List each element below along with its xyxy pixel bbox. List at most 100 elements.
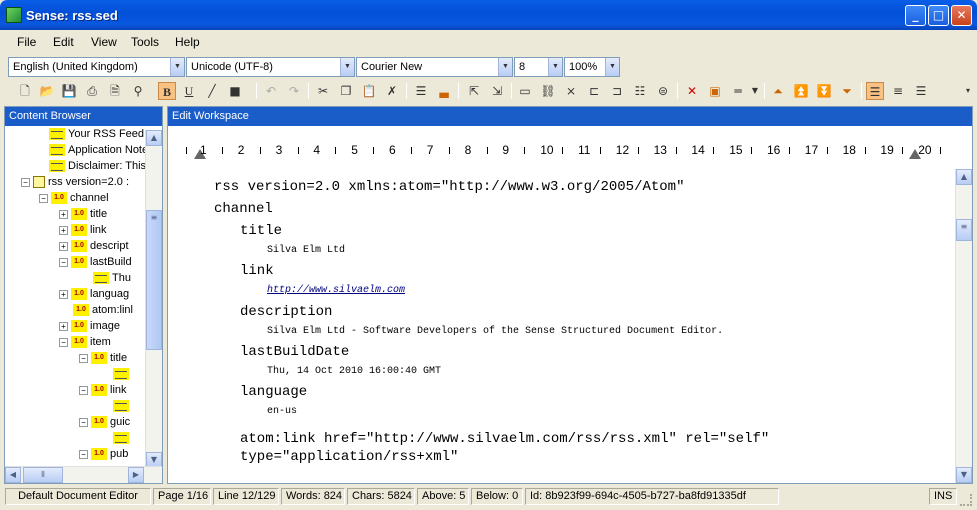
resize-grip[interactable] bbox=[960, 494, 972, 506]
insert-after-icon[interactable]: ⊐ bbox=[608, 82, 626, 100]
tree-item[interactable]: − rss version=2.0 : bbox=[21, 176, 129, 192]
collapse-icon[interactable]: − bbox=[79, 385, 88, 395]
merge-icon[interactable]: ⊜ bbox=[654, 82, 672, 100]
save-icon[interactable]: 💾 bbox=[60, 82, 78, 100]
menu-view[interactable]: View bbox=[91, 35, 117, 49]
collapse-icon[interactable]: − bbox=[79, 417, 88, 427]
document-editor[interactable]: rss version=2.0 xmlns:atom="http://www.w… bbox=[168, 169, 946, 483]
scroll-down-icon[interactable]: ▼ bbox=[956, 467, 972, 483]
tree-item[interactable]: +1.0 image bbox=[59, 320, 120, 336]
italic-slash-icon[interactable]: ╱ bbox=[203, 82, 221, 100]
scroll-right-icon[interactable]: ▶ bbox=[128, 467, 144, 483]
tree-item[interactable]: 1.0 atom:linl bbox=[73, 304, 133, 320]
align-right-icon[interactable]: ☰ bbox=[912, 82, 930, 100]
tree-item[interactable]: Application Note bbox=[49, 144, 146, 160]
tree-item[interactable]: +1.0 languag bbox=[59, 288, 129, 304]
move-bottom-icon[interactable]: ⏬ bbox=[815, 82, 833, 100]
tree-item[interactable]: −1.0 link bbox=[79, 384, 127, 400]
paste-icon[interactable]: 📋 bbox=[360, 82, 378, 100]
expand-icon[interactable]: + bbox=[59, 289, 68, 299]
editor-vertical-scrollbar[interactable]: ▲ ≡ ▼ bbox=[955, 169, 972, 483]
copy-icon[interactable]: ❐ bbox=[337, 82, 355, 100]
print-icon[interactable]: ⎙ bbox=[83, 82, 101, 100]
tree-item[interactable]: −1.0 item bbox=[59, 336, 111, 352]
stack-icon[interactable]: ☷ bbox=[631, 82, 649, 100]
zoom-select[interactable]: 100% ▼ bbox=[564, 57, 620, 77]
cut-icon[interactable]: ✂ bbox=[314, 82, 332, 100]
scroll-left-icon[interactable]: ◀ bbox=[5, 467, 21, 483]
expand-icon[interactable]: + bbox=[59, 209, 68, 219]
redo-icon[interactable]: ↷ bbox=[285, 82, 303, 100]
tree-item[interactable]: Thu bbox=[93, 272, 131, 288]
promote-icon[interactable]: ⇱ bbox=[465, 82, 483, 100]
insert-before-icon[interactable]: ⊏ bbox=[585, 82, 603, 100]
move-down-icon[interactable]: ⏷ bbox=[838, 82, 856, 100]
collapse-icon[interactable]: − bbox=[21, 177, 30, 187]
tree-item[interactable]: −1.0 guic bbox=[79, 416, 130, 432]
expand-icon[interactable]: + bbox=[59, 321, 68, 331]
undo-icon[interactable]: ↶ bbox=[262, 82, 280, 100]
move-up-icon[interactable]: ⏶ bbox=[769, 82, 787, 100]
chevron-down-icon[interactable]: ▼ bbox=[548, 58, 562, 76]
menu-file[interactable]: File bbox=[17, 35, 36, 49]
color-icon[interactable]: ■ bbox=[226, 82, 244, 100]
tree-horizontal-scrollbar[interactable]: ◀ ⦀ ▶ bbox=[5, 466, 162, 483]
print-preview-icon[interactable]: 🗎 bbox=[106, 82, 124, 100]
link-icon[interactable]: ⛓ bbox=[539, 82, 557, 100]
scroll-thumb[interactable]: ≡ bbox=[956, 219, 972, 241]
tree-item[interactable]: +1.0 title bbox=[59, 208, 107, 224]
collapse-icon[interactable]: − bbox=[59, 257, 68, 267]
language-select[interactable]: English (United Kingdom) ▼ bbox=[8, 57, 185, 77]
chevron-down-icon[interactable]: ▼ bbox=[340, 58, 354, 76]
encoding-select[interactable]: Unicode (UTF-8) ▼ bbox=[186, 57, 355, 77]
font-size-select[interactable]: 8 ▼ bbox=[514, 57, 563, 77]
menu-help[interactable]: Help bbox=[175, 35, 200, 49]
collapse-icon[interactable]: − bbox=[39, 193, 48, 203]
ruler[interactable]: 1 2 3 4 5 6 7 8 9 10 11 12 13 14 15 16 17 18 19 20 bbox=[168, 135, 958, 165]
open-icon[interactable]: 📂 bbox=[38, 82, 56, 100]
separator-style-icon[interactable]: ═ bbox=[729, 82, 747, 100]
scroll-up-icon[interactable]: ▲ bbox=[146, 130, 162, 146]
chevron-down-icon[interactable]: ▼ bbox=[170, 58, 184, 76]
remove-icon[interactable]: ✕ bbox=[683, 82, 701, 100]
tree-item[interactable] bbox=[113, 432, 132, 448]
collapse-icon[interactable]: − bbox=[79, 449, 88, 459]
demote-icon[interactable]: ⇲ bbox=[488, 82, 506, 100]
tree-item[interactable]: +1.0 link bbox=[59, 224, 107, 240]
align-center-icon[interactable]: ≡ bbox=[889, 82, 907, 100]
tree-item[interactable]: Disclaimer: This bbox=[49, 160, 146, 176]
tree-item[interactable] bbox=[113, 368, 132, 384]
unlink-icon[interactable]: ⨯ bbox=[562, 82, 580, 100]
collapse-icon[interactable]: − bbox=[79, 353, 88, 363]
attribute-icon[interactable]: ▣ bbox=[706, 82, 724, 100]
content-tree[interactable]: Your RSS Feed Application Note Disclaimer:… bbox=[5, 128, 146, 468]
tree-item[interactable] bbox=[113, 400, 132, 416]
find-icon[interactable]: ⚲ bbox=[129, 82, 147, 100]
align-left-icon[interactable]: ☰ bbox=[866, 82, 884, 100]
list-icon[interactable]: ☰ bbox=[412, 82, 430, 100]
expand-icon[interactable]: + bbox=[59, 241, 68, 251]
underline-button[interactable]: U bbox=[180, 82, 198, 100]
bold-button[interactable]: B bbox=[158, 82, 176, 100]
minimize-button[interactable]: _ bbox=[905, 5, 926, 26]
chevron-down-icon[interactable]: ▼ bbox=[746, 82, 764, 100]
tree-item[interactable]: −1.0 title bbox=[79, 352, 127, 368]
maximize-button[interactable]: □ bbox=[928, 5, 949, 26]
font-select[interactable]: Courier New ▼ bbox=[356, 57, 513, 77]
scroll-thumb[interactable]: ⦀ bbox=[23, 467, 63, 483]
insert-element-icon[interactable]: ▭ bbox=[516, 82, 534, 100]
collapse-icon[interactable]: − bbox=[59, 337, 68, 347]
tree-vertical-scrollbar[interactable]: ▲ ≡ ▼ bbox=[145, 130, 162, 468]
tree-item[interactable]: Your RSS Feed bbox=[49, 128, 144, 144]
link-text[interactable]: http://www.silvaelm.com bbox=[267, 285, 405, 296]
highlight-icon[interactable]: ▃ bbox=[435, 82, 453, 100]
scroll-up-icon[interactable]: ▲ bbox=[956, 169, 972, 185]
tree-item[interactable]: −1.0 lastBuild bbox=[59, 256, 132, 272]
move-top-icon[interactable]: ⏫ bbox=[792, 82, 810, 100]
delete-icon[interactable]: ✗ bbox=[383, 82, 401, 100]
expand-icon[interactable]: + bbox=[59, 225, 68, 235]
new-icon[interactable]: 🗋 bbox=[16, 82, 34, 100]
scroll-thumb[interactable]: ≡ bbox=[146, 210, 162, 350]
close-button[interactable]: ✕ bbox=[951, 5, 972, 26]
toolbar-overflow-icon[interactable]: ▾ bbox=[959, 82, 977, 100]
